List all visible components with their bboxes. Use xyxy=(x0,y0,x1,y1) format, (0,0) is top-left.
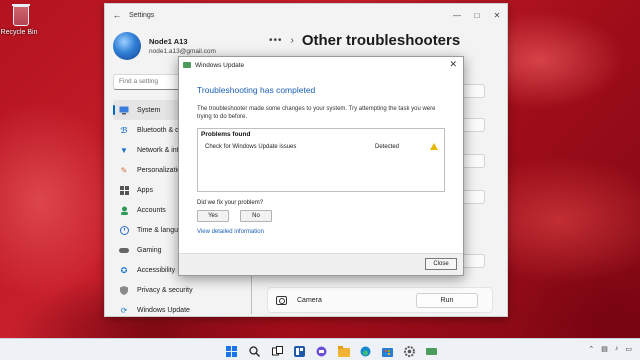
sidebar-item-label: Accounts xyxy=(137,206,166,214)
store-icon[interactable] xyxy=(382,344,393,357)
start-icon[interactable] xyxy=(226,344,237,357)
view-details-link[interactable]: View detailed information xyxy=(197,229,445,235)
troubleshooter-app-icon xyxy=(183,62,191,68)
settings-titlebar: ← Settings — □ ✕ xyxy=(105,4,507,26)
edge-icon[interactable] xyxy=(360,344,371,357)
dialog-title: Windows Update xyxy=(195,61,245,69)
dialog-heading: Troubleshooting has completed xyxy=(197,85,316,95)
breadcrumb-more-icon[interactable]: ••• xyxy=(269,35,283,46)
page-title: Other troubleshooters xyxy=(301,32,461,49)
sidebar-item-label: Privacy & security xyxy=(137,286,193,294)
system-tray: ⌃ ▤ ♪ ▭ xyxy=(581,345,632,353)
chevron-right-icon: › xyxy=(290,35,294,46)
sidebar-item-label: Bluetooth & de xyxy=(137,126,183,134)
avatar xyxy=(113,32,141,60)
taskbar: ⌃ ▤ ♪ ▭ xyxy=(0,338,640,360)
apps-icon xyxy=(119,185,129,195)
troubleshooter-dialog: Windows Update ✕ Troubleshooting has com… xyxy=(178,56,464,276)
sidebar-item-label: Gaming xyxy=(137,246,162,254)
sidebar-item-label: System xyxy=(137,106,161,114)
camera-label: Camera xyxy=(297,296,322,304)
no-button[interactable]: No xyxy=(240,210,272,222)
brush-icon: ✎ xyxy=(120,165,128,175)
dialog-footer: Close xyxy=(179,253,463,275)
sidebar-item-label: Windows Update xyxy=(137,306,190,314)
dialog-titlebar: Windows Update ✕ xyxy=(179,57,463,73)
file-explorer-icon[interactable] xyxy=(338,344,350,357)
sidebar-divider xyxy=(251,274,252,314)
list-item[interactable]: Check for Windows Update issues Detected xyxy=(201,143,441,150)
profile-name: Node1 A13 xyxy=(149,37,188,46)
close-button[interactable]: Close xyxy=(425,258,457,270)
mouse-cursor-icon xyxy=(312,197,316,207)
gamepad-icon xyxy=(119,245,129,255)
minimize-icon[interactable]: — xyxy=(447,11,467,20)
sidebar-item-label: Personalizatio xyxy=(137,166,181,174)
chevron-up-icon[interactable]: ⌃ xyxy=(588,345,594,353)
search-icon[interactable] xyxy=(249,344,260,357)
task-view-icon[interactable] xyxy=(272,344,283,356)
battery-icon[interactable]: ▭ xyxy=(625,345,632,353)
troubleshooter-row-camera: Camera Run xyxy=(267,287,493,313)
person-icon xyxy=(119,205,129,215)
globe-clock-icon xyxy=(119,225,129,235)
sync-icon: ⟳ xyxy=(120,305,128,315)
close-icon[interactable]: ✕ xyxy=(449,59,457,70)
shield-icon xyxy=(119,285,129,295)
warning-icon xyxy=(430,143,438,150)
settings-title: Settings xyxy=(129,11,155,19)
volume-icon[interactable]: ♪ xyxy=(615,345,619,353)
yes-button[interactable]: Yes xyxy=(197,210,229,222)
troubleshooter-taskbar-icon[interactable] xyxy=(426,344,437,355)
network-icon[interactable]: ▤ xyxy=(601,345,608,353)
chat-icon[interactable] xyxy=(316,344,327,357)
breadcrumb: ••• › Other troubleshooters xyxy=(269,32,460,49)
sidebar-item-label: Accessibility xyxy=(137,266,176,274)
problems-list: Problems found Check for Windows Update … xyxy=(197,128,445,192)
close-icon[interactable]: ✕ xyxy=(487,11,507,20)
sidebar-item-privacy[interactable]: Privacy & security xyxy=(113,280,249,300)
sidebar-item-windows-update[interactable]: ⟳ Windows Update xyxy=(113,300,249,316)
sidebar-item-label: Time & langua xyxy=(137,226,182,234)
run-button[interactable]: Run xyxy=(416,292,478,308)
recycle-bin-icon xyxy=(12,4,30,26)
dialog-body: Troubleshooting has completed The troubl… xyxy=(179,73,463,253)
bluetooth-icon: ℬ xyxy=(120,125,128,135)
camera-icon xyxy=(276,295,287,305)
dialog-description: The troubleshooter made some changes to … xyxy=(197,106,436,120)
monitor-icon xyxy=(119,105,129,115)
problems-header: Problems found xyxy=(201,131,251,138)
sidebar-item-label: Network & inte xyxy=(137,146,183,154)
sidebar-item-label: Apps xyxy=(137,186,153,194)
widgets-icon[interactable] xyxy=(294,344,305,357)
accessibility-icon: ✪ xyxy=(120,265,128,275)
back-arrow-icon[interactable]: ← xyxy=(105,10,129,20)
maximize-icon[interactable]: □ xyxy=(467,11,487,20)
problem-status: Detected xyxy=(375,143,400,150)
recycle-bin-shortcut[interactable]: Recycle Bin xyxy=(1,4,38,36)
settings-gear-icon[interactable] xyxy=(404,344,415,357)
wifi-icon: ▼ xyxy=(120,145,128,155)
fix-question: Did we fix your problem? xyxy=(197,200,264,206)
problem-name: Check for Windows Update issues xyxy=(205,143,297,150)
recycle-bin-label: Recycle Bin xyxy=(0,29,38,36)
profile-email: node1.a13@gmail.com xyxy=(149,48,216,55)
